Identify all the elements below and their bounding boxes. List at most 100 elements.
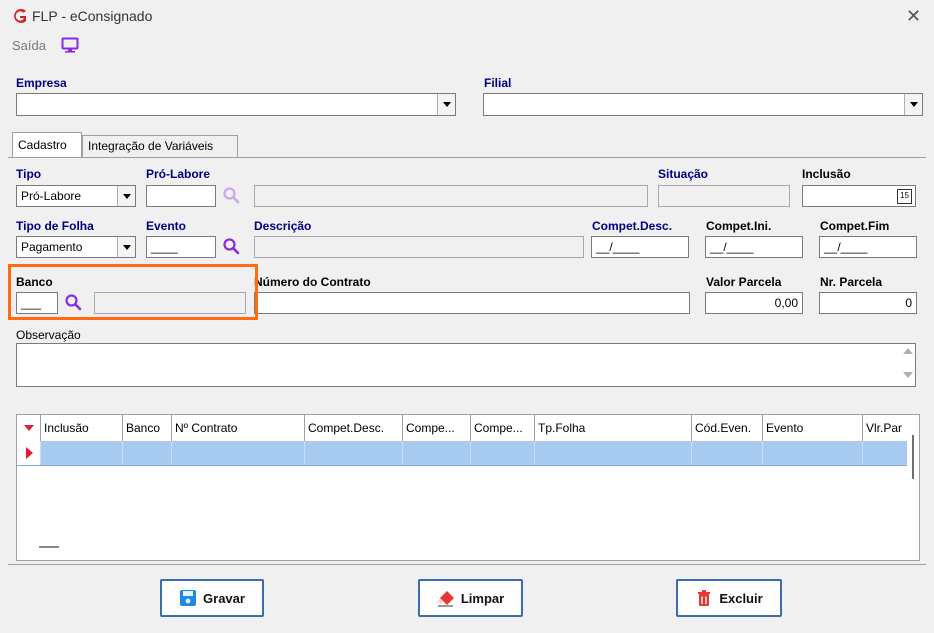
scroll-down-icon[interactable] [903,372,913,378]
tipo-select[interactable]: Pró-Labore [16,185,136,207]
pro-labore-label: Pró-Labore [146,167,211,181]
grid-cell[interactable] [692,441,763,465]
search-icon[interactable] [222,237,240,255]
grid-scrollbar[interactable] [907,415,919,560]
filial-value [484,94,922,100]
descricao-value [255,237,583,243]
grid-menu-icon[interactable] [17,415,41,441]
grid-cell[interactable] [41,441,123,465]
tipo-folha-select[interactable]: Pagamento [16,236,136,258]
grid-cell[interactable] [763,441,863,465]
menu-item-saida[interactable]: Saída [12,38,46,53]
inclusao-date-input[interactable]: 15 [802,185,916,207]
compet-fim-input[interactable]: __/____ [819,236,917,258]
chevron-down-icon[interactable] [904,94,922,115]
grid-col-cod-evento[interactable]: Cód.Even. [692,415,763,441]
situacao-label: Situação [658,167,709,181]
bottom-divider [8,564,926,565]
grid-col-evento[interactable]: Evento [763,415,863,441]
banco-highlight-box [8,264,258,320]
limpar-button[interactable]: Limpar [418,579,523,617]
grid-cell[interactable] [863,441,909,465]
filial-label: Filial [484,76,512,90]
observacao-textarea[interactable] [16,343,916,387]
compet-fim-value: __/____ [824,240,868,254]
pro-labore-value [147,186,215,192]
compet-desc-label: Compet.Desc. [592,219,673,233]
grid-cell[interactable] [123,441,172,465]
scroll-up-icon[interactable] [903,348,913,354]
compet-desc-input[interactable]: __/____ [591,236,689,258]
empresa-select[interactable] [16,93,456,116]
data-grid[interactable]: Inclusão Banco Nº Contrato Compet.Desc. … [16,414,920,561]
compet-ini-input[interactable]: __/____ [705,236,803,258]
situacao-value [659,186,789,192]
limpar-label: Limpar [460,590,505,606]
row-indicator-icon [17,441,41,465]
tab-integracao-variaveis[interactable]: Integração de Variáveis [82,135,238,157]
grid-col-banco[interactable]: Banco [123,415,172,441]
compet-fim-label: Compet.Fim [820,219,890,233]
monitor-icon[interactable] [61,37,79,53]
grid-col-vlr-parcela[interactable]: Vlr.Par [863,415,909,441]
pro-labore-descricao [254,185,648,207]
grid-cell[interactable] [403,441,471,465]
grid-col-inclusao[interactable]: Inclusão [41,415,123,441]
nr-parcela-label: Nr. Parcela [820,275,883,289]
numero-contrato-input[interactable] [254,292,690,314]
evento-input[interactable]: ____ [146,236,216,258]
grid-cell[interactable] [305,441,403,465]
evento-value: ____ [151,240,178,254]
grid-cell[interactable] [172,441,305,465]
excluir-label: Excluir [719,590,763,606]
table-row[interactable] [17,441,909,466]
grid-cell[interactable] [535,441,692,465]
save-icon [180,590,197,606]
grid-col-compet-desc[interactable]: Compet.Desc. [305,415,403,441]
chevron-down-icon[interactable] [117,186,135,206]
pro-labore-descricao-value [255,186,647,192]
grid-col-compet-fim[interactable]: Compe... [471,415,535,441]
close-icon[interactable]: ✕ [906,6,921,27]
gravar-button[interactable]: Gravar [160,579,264,617]
valor-parcela-label: Valor Parcela [706,275,782,289]
numero-contrato-label: Número do Contrato [254,275,371,289]
scrollbar-thumb[interactable] [912,435,914,479]
grid-col-compet-ini[interactable]: Compe... [403,415,471,441]
eraser-icon [437,591,454,607]
search-icon[interactable] [222,186,240,204]
empresa-label: Empresa [16,76,67,90]
chevron-down-icon[interactable] [117,237,135,257]
horizontal-scrollbar-thumb[interactable] [39,546,59,548]
tab-cadastro[interactable]: Cadastro [12,132,82,157]
observacao-label: Observação [16,328,81,342]
tipo-label: Tipo [16,167,42,181]
descricao-field [254,236,584,258]
inclusao-label: Inclusão [802,167,851,181]
grid-cell[interactable] [471,441,535,465]
nr-parcela-input[interactable]: 0 [819,292,917,314]
compet-desc-value: __/____ [596,240,640,254]
tipo-folha-label: Tipo de Folha [16,219,94,233]
chevron-down-icon[interactable] [437,94,455,115]
tabs-divider [8,157,926,158]
nr-parcela-value: 0 [905,296,912,310]
situacao-field [658,185,790,207]
valor-parcela-input[interactable]: 0,00 [705,292,803,314]
empresa-value [17,94,455,100]
excluir-button[interactable]: Excluir [676,579,782,617]
grid-col-tp-folha[interactable]: Tp.Folha [535,415,692,441]
grid-col-numero-contrato[interactable]: Nº Contrato [172,415,305,441]
pro-labore-input[interactable] [146,185,216,207]
observacao-value [17,344,915,350]
grid-header: Inclusão Banco Nº Contrato Compet.Desc. … [17,415,909,442]
filial-select[interactable] [483,93,923,116]
app-logo-icon [14,9,26,23]
descricao-label: Descrição [254,219,312,233]
evento-label: Evento [146,219,187,233]
trash-icon [698,590,711,606]
gravar-label: Gravar [203,590,245,606]
compet-ini-value: __/____ [710,240,754,254]
compet-ini-label: Compet.Ini. [706,219,772,233]
calendar-icon[interactable]: 15 [897,189,912,204]
